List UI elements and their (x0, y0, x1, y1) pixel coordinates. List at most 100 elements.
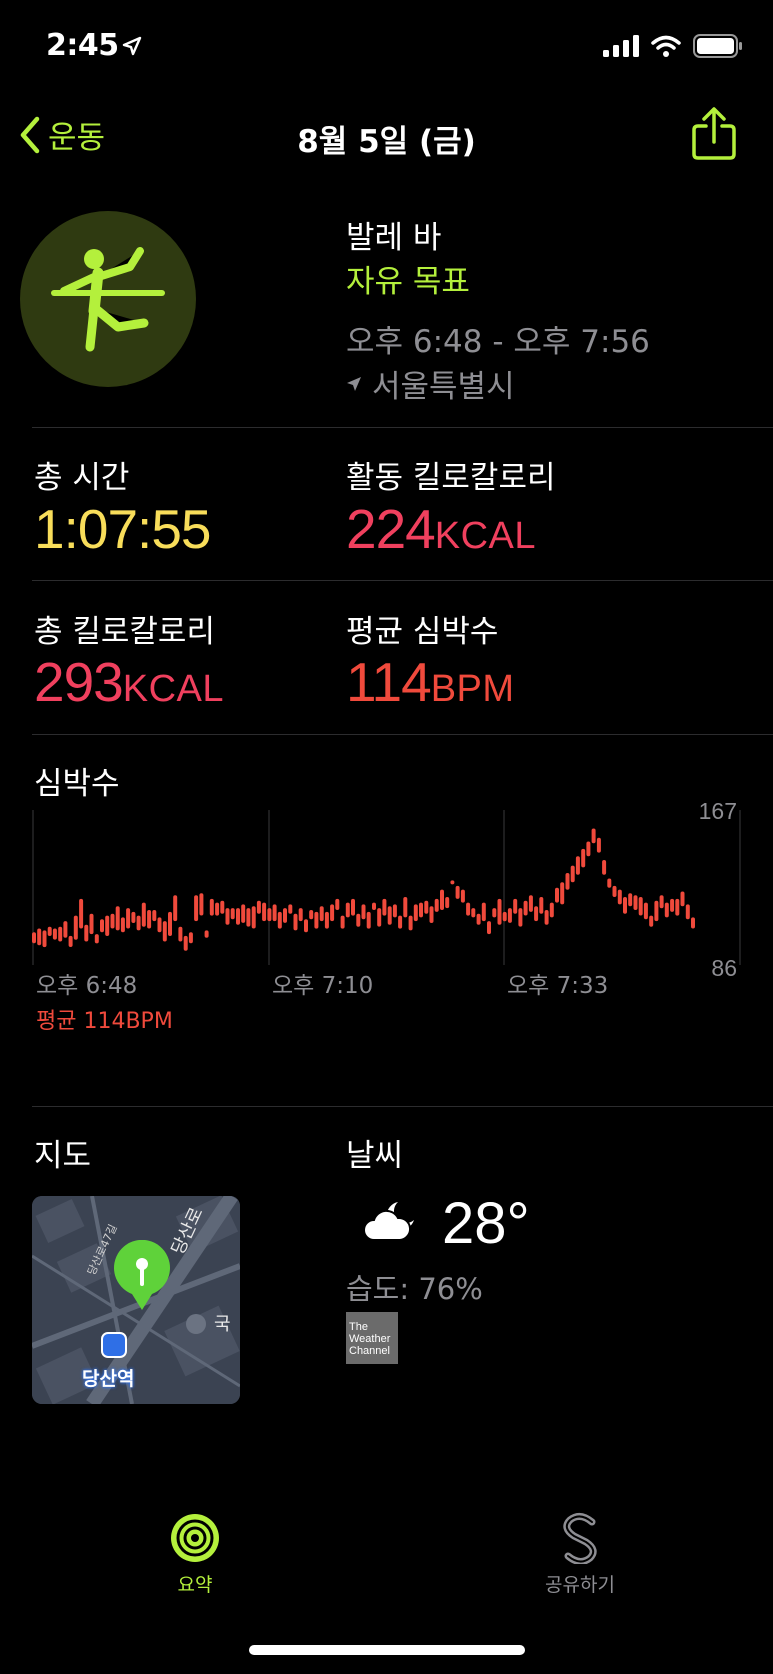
heart-rate-chart-title: 심박수 (34, 766, 120, 802)
heart-rate-bar (241, 904, 246, 923)
tab-sharing[interactable]: 공유하기 (530, 1512, 630, 1597)
heart-rate-bar (188, 932, 193, 944)
heart-rate-bar (476, 913, 481, 925)
cellular-signal-icon (603, 35, 639, 57)
total-kcal: 293KCAL (34, 650, 224, 714)
heart-rate-bar (147, 910, 152, 929)
total-time-label: 총 시간 (34, 460, 130, 496)
heart-rate-bar (304, 919, 308, 933)
heart-rate-bar (570, 865, 575, 883)
heart-rate-bar (256, 900, 261, 914)
workout-location: 서울특별시 (346, 361, 515, 406)
heart-rate-bar (251, 906, 256, 929)
tab-summary-label: 요약 (177, 1574, 213, 1596)
heart-rate-bar (68, 935, 73, 947)
heart-rate-bar (324, 911, 329, 929)
heart-rate-bar (351, 898, 355, 916)
heart-rate-bar (403, 897, 408, 918)
location-text: 서울특별시 (372, 369, 515, 405)
heart-rate-bar (110, 913, 115, 929)
heart-rate-bar (194, 895, 199, 922)
heart-rate-bar (79, 898, 84, 929)
location-services-icon (122, 36, 142, 56)
heart-rate-bar (691, 917, 695, 929)
tab-summary[interactable]: 요약 (150, 1512, 240, 1597)
x-tick-label: 오후 7:10 (272, 973, 373, 999)
heart-rate-bar (664, 902, 669, 918)
heart-rate-bar (602, 860, 607, 875)
weather-humidity: 습도: 76% (346, 1272, 483, 1306)
heart-rate-bar (319, 906, 324, 922)
heart-rate-bar (581, 848, 586, 868)
average-hr-label: 평균 114BPM (36, 1009, 173, 1034)
heart-rate-bar (162, 921, 167, 942)
heart-rate-bar (612, 885, 617, 897)
heart-rate-bar (314, 911, 319, 929)
heart-rate-bar (445, 897, 450, 909)
heart-rate-bar (544, 910, 549, 925)
heart-rate-bar (330, 904, 335, 922)
map-title: 지도 (34, 1138, 92, 1174)
x-tick-label: 오후 7:33 (507, 973, 608, 999)
heart-rate-bar (204, 930, 209, 938)
subway-icon (101, 1332, 127, 1358)
active-kcal-label: 활동 킬로칼로리 (346, 460, 556, 496)
active-kcal-unit: KCAL (434, 515, 537, 557)
divider (32, 1106, 773, 1107)
heart-rate-bar (586, 841, 591, 857)
heart-rate-bar (105, 915, 110, 936)
heart-rate-bar (356, 913, 361, 927)
y-min-label: 86 (711, 955, 737, 981)
home-indicator (249, 1645, 525, 1655)
avg-hr-label: 평균 심박수 (346, 614, 499, 650)
total-time-value: 1:07:55 (34, 498, 212, 560)
heart-rate-bar (596, 837, 601, 853)
heart-rate-bar (63, 921, 68, 938)
share-icon[interactable] (690, 106, 738, 162)
x-tick-label: 오후 6:48 (36, 973, 137, 999)
heart-rate-bar (440, 889, 444, 910)
avg-hr: 114BPM (346, 650, 515, 714)
active-kcal: 224KCAL (346, 497, 536, 561)
workout-name: 발레 바 (346, 220, 442, 256)
sharing-icon (563, 1513, 597, 1564)
total-kcal-unit: KCAL (122, 668, 225, 710)
heart-rate-bar (32, 932, 36, 944)
heart-rate-bar (58, 926, 63, 942)
wifi-icon (651, 35, 681, 57)
heart-rate-bar (173, 895, 178, 922)
heart-rate-bar (141, 902, 146, 927)
heart-rate-bar (507, 908, 512, 923)
heart-rate-bar (534, 906, 539, 922)
total-kcal-label: 총 킬로칼로리 (34, 614, 215, 650)
heart-rate-bar (518, 908, 523, 927)
station-label: 당산역 (82, 1368, 135, 1390)
heart-rate-bar (539, 897, 544, 914)
heart-rate-bar (398, 915, 403, 929)
heart-rate-bar (502, 911, 507, 922)
heart-rate-bar (73, 915, 78, 940)
weather-temperature: 28° (442, 1191, 530, 1256)
heart-rate-bar (215, 902, 220, 916)
heart-rate-bar (628, 893, 633, 907)
heart-rate-bar (392, 904, 397, 918)
barre-figure-icon (51, 247, 165, 352)
heart-rate-bar (429, 906, 434, 923)
heart-rate-bar (126, 908, 131, 929)
status-time: 2:45 (46, 28, 119, 63)
page-title: 8월 5일 (금) (297, 124, 476, 160)
partly-cloudy-night-icon (363, 1202, 414, 1241)
heart-rate-bar (100, 919, 104, 933)
heart-rate-bar (183, 935, 188, 951)
heart-rate-bar (654, 900, 659, 922)
route-map[interactable]: 당산로 당산로47길 국 당산역 (32, 1196, 240, 1404)
heart-rate-bar (455, 885, 460, 899)
heart-rate-bar (157, 917, 162, 933)
weather-title: 날씨 (346, 1138, 404, 1174)
heart-rate-chart: 167 86 오후 6:48 오후 7:10 오후 7:33 (32, 800, 741, 999)
heart-rate-bar (288, 904, 293, 914)
heart-rate-bar (236, 908, 240, 925)
heart-rate-bar (209, 898, 214, 916)
divider (32, 580, 773, 581)
heart-rate-bar (309, 910, 314, 920)
